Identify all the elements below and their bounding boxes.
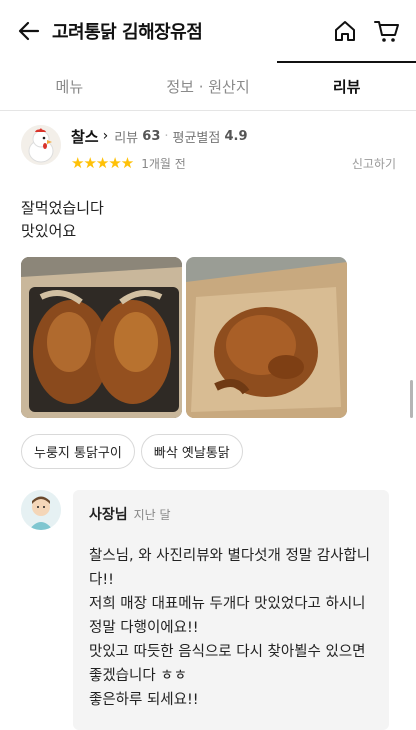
back-arrow-icon[interactable]: [14, 16, 44, 46]
menu-tag[interactable]: 누룽지 통닭구이: [21, 434, 135, 469]
rating-stars: ★★★★★: [71, 154, 134, 172]
owner-name: 사장님: [89, 507, 128, 523]
owner-reply-time: 지난 달: [133, 508, 171, 522]
reviewer-avatar[interactable]: [21, 125, 61, 165]
review-photo-1[interactable]: [21, 257, 182, 418]
reviewer-name[interactable]: 찰스: [71, 126, 99, 147]
menu-tag[interactable]: 빠삭 옛날통닭: [140, 434, 243, 469]
owner-reply: 사장님 지난 달 찰스님, 와 사진리뷰와 별다섯개 정말 감사합니다!! 저희…: [21, 490, 396, 730]
meta-separator: ·: [164, 128, 169, 144]
top-bar: 고려통닭 김해장유점: [0, 0, 416, 62]
tab-reviews[interactable]: 리뷰: [277, 61, 416, 110]
review-text: 잘먹었습니다 맛있어요: [21, 199, 104, 240]
review-photos: [21, 257, 396, 418]
tab-menu[interactable]: 메뉴: [0, 62, 139, 110]
tab-info-origin[interactable]: 정보 · 원산지: [139, 62, 278, 110]
store-title: 고려통닭 김해장유점: [52, 22, 203, 43]
scrollbar[interactable]: [410, 380, 413, 418]
avg-rating: 4.9: [224, 128, 248, 144]
menu-tags: 누룽지 통닭구이 빠삭 옛날통닭: [21, 434, 396, 469]
review-time: 1개월 전: [141, 156, 186, 171]
owner-reply-box: 사장님 지난 달 찰스님, 와 사진리뷰와 별다섯개 정말 감사합니다!! 저희…: [73, 490, 389, 730]
review-photo-2[interactable]: [186, 257, 347, 418]
avg-rating-label: 평균별점: [172, 130, 221, 146]
owner-reply-text: 찰스님, 와 사진리뷰와 별다섯개 정말 감사합니다!! 저희 매장 대표메뉴 …: [89, 548, 371, 708]
home-icon[interactable]: [330, 16, 360, 46]
review-count-label: 리뷰: [114, 130, 139, 146]
chevron-right-icon[interactable]: ›: [103, 128, 109, 144]
review-count: 63: [142, 128, 161, 144]
report-button[interactable]: 신고하기: [352, 155, 396, 172]
cart-icon[interactable]: [372, 16, 402, 46]
owner-avatar: [21, 490, 61, 530]
review-card: 찰스 › 리뷰 63 · 평균별점 4.9 ★★★★★ 1개월 전 신고하기 잘…: [0, 111, 416, 730]
tab-bar: 메뉴 정보 · 원산지 리뷰: [0, 61, 416, 111]
